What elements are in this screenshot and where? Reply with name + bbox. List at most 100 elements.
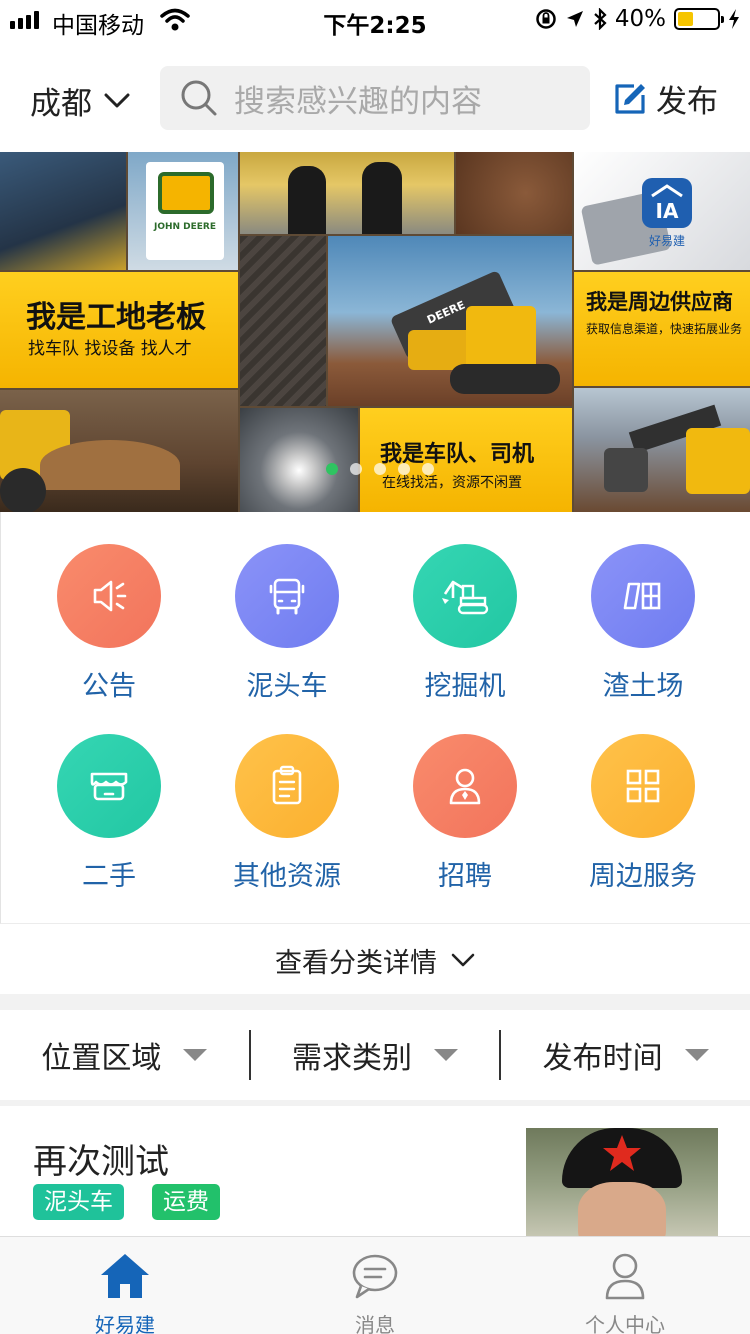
soil-photo	[456, 152, 572, 234]
carousel-dot[interactable]	[326, 463, 338, 475]
app-logo-icon: IA	[642, 178, 692, 228]
filter-category[interactable]: 需求类别	[251, 1010, 500, 1100]
category-circle	[57, 734, 161, 838]
edit-icon	[615, 83, 645, 114]
star-icon	[603, 1135, 641, 1171]
svg-text:IA: IA	[656, 199, 679, 223]
caret-down-icon	[684, 1049, 709, 1061]
location-icon	[566, 11, 583, 27]
filter-time[interactable]: 发布时间	[501, 1010, 750, 1100]
filter-time-label: 发布时间	[542, 1041, 663, 1076]
carousel-dot[interactable]	[374, 463, 386, 475]
tab-bar: 好易建 消息 个人中心	[0, 1236, 750, 1334]
yard-icon	[623, 582, 661, 610]
message-icon	[352, 1254, 398, 1299]
category-shop[interactable]: 二手	[19, 734, 199, 893]
search-input[interactable]: 搜索感兴趣的内容	[160, 66, 590, 130]
category-label: 挖掘机	[424, 671, 506, 702]
publish-button[interactable]: 发布	[612, 76, 718, 121]
banner-panel-supplier: 我是周边供应商 获取信息渠道，快速拓展业务	[574, 272, 750, 386]
brand-sign-photo: JOHN DEERE	[128, 152, 238, 270]
tab-messages-label: 消息	[355, 1313, 395, 1334]
category-person[interactable]: 招聘	[375, 734, 555, 893]
filter-location-label: 位置区域	[41, 1041, 162, 1076]
person-icon	[449, 768, 481, 805]
tab-home-label: 好易建	[95, 1313, 155, 1334]
caret-down-icon	[434, 1049, 458, 1061]
excavator-photo-2	[574, 388, 750, 512]
search-icon	[181, 80, 217, 116]
battery-icon	[674, 8, 724, 30]
category-label: 二手	[82, 861, 136, 892]
app-header: 成都 搜索感兴趣的内容 发布	[0, 60, 750, 136]
rotation-lock-icon	[536, 9, 556, 29]
banner-sub-driver: 在线找活，资源不闲置	[382, 475, 522, 491]
banner-sub-boss: 找车队 找设备 找人才	[28, 339, 192, 359]
category-circle	[235, 544, 339, 648]
logo-caption: 好易建	[648, 234, 685, 248]
chevron-down-icon	[104, 93, 130, 107]
category-clipboard[interactable]: 其他资源	[197, 734, 377, 893]
tag-badge: 泥头车	[33, 1184, 124, 1220]
category-circle	[57, 544, 161, 648]
city-label: 成都	[30, 86, 92, 122]
list-item-title: 再次测试	[33, 1142, 169, 1182]
list-item[interactable]: 再次测试 泥头车 运费	[0, 1106, 750, 1236]
coal-photo	[240, 236, 326, 406]
team-photo	[240, 152, 454, 234]
tab-messages[interactable]: 消息	[250, 1237, 500, 1334]
category-announcement[interactable]: 公告	[19, 544, 199, 703]
carousel-dots[interactable]	[326, 463, 434, 475]
banner-carousel[interactable]: JOHN DEERE 我是工地老板 找车队 找设备 找人才 DEERE 我是车队…	[0, 152, 750, 512]
city-selector[interactable]: 成都	[30, 78, 130, 123]
search-placeholder: 搜索感兴趣的内容	[234, 83, 482, 120]
carousel-dot[interactable]	[422, 463, 434, 475]
banner-panel-boss: 我是工地老板 找车队 找设备 找人才	[0, 272, 238, 388]
section-divider	[0, 994, 750, 1010]
category-label: 招聘	[438, 861, 492, 892]
excavator-icon	[442, 580, 489, 615]
calculator-photo: IA 好易建	[574, 152, 750, 270]
category-excavator[interactable]: 挖掘机	[375, 544, 555, 703]
carousel-dot[interactable]	[350, 463, 362, 475]
brand-text: JOHN DEERE	[153, 222, 217, 232]
bluetooth-icon	[594, 8, 607, 30]
category-label: 周边服务	[589, 861, 697, 892]
filter-bar: 位置区域 需求类别 发布时间	[0, 1010, 750, 1100]
shop-icon	[90, 772, 128, 801]
tab-home[interactable]: 好易建	[0, 1237, 250, 1334]
home-icon	[101, 1254, 149, 1298]
view-category-details-label: 查看分类详情	[275, 947, 437, 979]
category-grid[interactable]: 周边服务	[553, 734, 733, 893]
welder-photo	[240, 408, 358, 512]
banner-title-supplier: 我是周边供应商	[586, 290, 733, 314]
list-item-thumbnail	[526, 1128, 718, 1236]
category-circle	[413, 544, 517, 648]
charging-icon	[729, 9, 739, 29]
category-grid: 公告 泥头车 挖掘机 渣土场二手 其他资源 招聘 周边服务	[0, 512, 750, 924]
category-circle	[413, 734, 517, 838]
carousel-dot[interactable]	[398, 463, 410, 475]
banner-sub-supplier: 获取信息渠道，快速拓展业务	[586, 322, 743, 336]
view-category-details-link[interactable]: 查看分类详情	[0, 926, 750, 994]
category-yard[interactable]: 渣土场	[553, 544, 733, 703]
category-truck[interactable]: 泥头车	[197, 544, 377, 703]
category-circle	[591, 544, 695, 648]
tab-profile[interactable]: 个人中心	[500, 1237, 750, 1334]
profile-icon	[605, 1253, 645, 1300]
chevron-down-icon	[451, 953, 475, 967]
publish-label: 发布	[656, 84, 718, 120]
tag-badge: 运费	[152, 1184, 220, 1220]
announcement-icon	[93, 580, 127, 612]
filter-category-label: 需求类别	[292, 1041, 412, 1076]
workers-photo	[0, 152, 126, 270]
tab-profile-label: 个人中心	[585, 1313, 665, 1334]
category-label: 渣土场	[602, 671, 684, 702]
category-label: 泥头车	[246, 671, 328, 702]
category-label: 公告	[82, 671, 136, 702]
filter-location[interactable]: 位置区域	[0, 1010, 249, 1100]
excavator-photo: DEERE	[328, 236, 572, 406]
caret-down-icon	[183, 1049, 208, 1061]
grid-icon	[626, 769, 660, 803]
category-label: 其他资源	[233, 861, 341, 892]
